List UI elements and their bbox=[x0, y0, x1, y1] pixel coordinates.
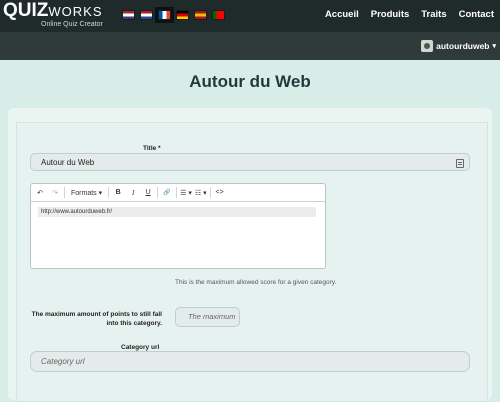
flag-pt-icon[interactable] bbox=[212, 10, 225, 20]
link-icon[interactable]: 🔗 bbox=[161, 186, 173, 199]
flag-us-icon[interactable] bbox=[122, 10, 135, 20]
avatar bbox=[421, 40, 434, 52]
nav-produits[interactable]: Produits bbox=[365, 9, 416, 20]
bold-button[interactable]: B bbox=[112, 186, 124, 199]
title-label: Title * bbox=[143, 145, 161, 152]
title-value: Autour du Web bbox=[41, 158, 95, 167]
flag-de-icon[interactable] bbox=[176, 10, 189, 20]
editor-content[interactable]: http://www.autourduweb.fr/ bbox=[38, 207, 316, 217]
redo-icon[interactable]: ↷ bbox=[49, 186, 61, 199]
underline-button[interactable]: U bbox=[142, 186, 154, 199]
toolbar-divider bbox=[108, 187, 110, 198]
category-url-label: Category url bbox=[121, 344, 160, 351]
logo-text: QUIZWORKS bbox=[3, 0, 103, 21]
max-points-input[interactable]: The maximum bbox=[175, 307, 240, 327]
field-options-icon[interactable] bbox=[456, 159, 464, 168]
toolbar-divider bbox=[176, 187, 178, 198]
max-points-label: The maximum amount of points to still fa… bbox=[31, 311, 162, 327]
formats-dropdown[interactable]: Formats ▾ bbox=[68, 186, 105, 199]
code-icon[interactable]: <> bbox=[214, 186, 226, 199]
title-input[interactable]: Autour du Web bbox=[30, 153, 470, 171]
page-title: Autour du Web bbox=[189, 72, 311, 91]
italic-button[interactable]: I bbox=[127, 186, 139, 199]
top-navbar: QUIZWORKS Online Quiz Creator Accueil Pr… bbox=[0, 0, 500, 32]
flag-nl-icon[interactable] bbox=[140, 10, 153, 20]
chevron-down-icon: ▾ bbox=[492, 43, 496, 50]
toolbar-divider bbox=[157, 187, 159, 198]
editor-toolbar: ↶ ↷ Formats ▾ B I U 🔗 ☰ ▾ ☷ ▾ <> bbox=[31, 184, 325, 202]
category-url-input[interactable]: Category url bbox=[30, 351, 470, 372]
logo-subtitle: Online Quiz Creator bbox=[41, 21, 103, 28]
user-menu[interactable]: autourduweb ▾ bbox=[421, 40, 496, 52]
language-flags bbox=[122, 7, 225, 23]
user-bar: autourduweb ▾ bbox=[0, 32, 500, 60]
bullet-list-button[interactable]: ☰ ▾ bbox=[180, 186, 192, 199]
numbered-list-button[interactable]: ☷ ▾ bbox=[195, 186, 207, 199]
main-nav: Accueil Produits Traits Contact bbox=[319, 9, 500, 20]
username: autourduweb bbox=[436, 41, 490, 51]
nav-accueil[interactable]: Accueil bbox=[319, 9, 365, 20]
flag-es-icon[interactable] bbox=[194, 10, 207, 20]
flag-fr-icon[interactable] bbox=[155, 7, 174, 23]
quizworks-logo[interactable]: QUIZWORKS Online Quiz Creator bbox=[3, 0, 103, 28]
toolbar-divider bbox=[209, 187, 211, 198]
nav-contact[interactable]: Contact bbox=[453, 9, 500, 20]
nav-traits[interactable]: Traits bbox=[415, 9, 452, 20]
undo-icon[interactable]: ↶ bbox=[34, 186, 46, 199]
help-text: This is the maximum allowed score for a … bbox=[175, 279, 337, 286]
toolbar-divider bbox=[64, 187, 65, 198]
rich-text-editor[interactable]: ↶ ↷ Formats ▾ B I U 🔗 ☰ ▾ ☷ ▾ <> http://… bbox=[30, 183, 326, 269]
